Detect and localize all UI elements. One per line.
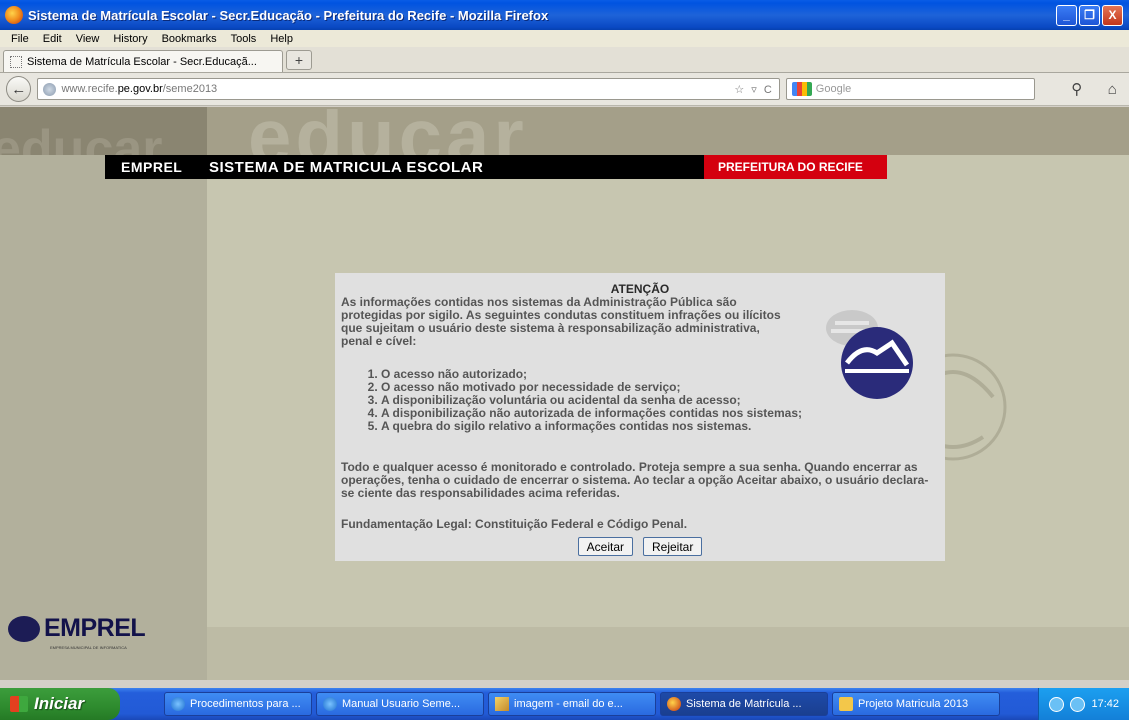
menu-file[interactable]: File [4, 33, 36, 45]
firefox-icon [667, 697, 681, 711]
watermark-left: educar [0, 125, 163, 155]
warning-dialog: ATENÇÃO As informações contidas nos sist… [335, 273, 945, 561]
page-content: educar educar EMPREL SISTEMA DE MATRICUL… [0, 107, 1129, 680]
dialog-buttons: Aceitar Rejeitar [335, 537, 945, 556]
menu-bar: File Edit View History Bookmarks Tools H… [0, 30, 1129, 47]
home-icon[interactable]: ⌂ [1102, 78, 1123, 100]
firefox-icon [5, 6, 23, 24]
new-tab-button[interactable]: + [286, 50, 312, 70]
task-label: Sistema de Matrícula ... [686, 698, 802, 710]
emprel-label: EMPREL [121, 159, 183, 175]
bottom-band [207, 627, 1129, 680]
menu-tools[interactable]: Tools [224, 33, 264, 45]
menu-edit[interactable]: Edit [36, 33, 69, 45]
globe-icon [43, 82, 57, 96]
volume-icon[interactable] [1070, 696, 1086, 712]
task-imagem[interactable]: imagem - email do e... [488, 692, 656, 716]
emprel-logo-subtitle: EMPRESA MUNICIPAL DE INFORMATICA [50, 645, 127, 650]
dialog-intro: As informações contidas nos sistemas da … [341, 295, 781, 348]
menu-bookmarks[interactable]: Bookmarks [155, 33, 224, 45]
task-procedimentos[interactable]: Procedimentos para ... [164, 692, 312, 716]
clock: 17:42 [1091, 698, 1119, 710]
left-column [0, 107, 207, 680]
emprel-logo-name: EMPREL [44, 614, 146, 642]
conduct-list: O acesso não autorizado; O acesso não mo… [365, 368, 925, 433]
system-tray: 17:42 [1038, 688, 1129, 720]
monitor-notice: Todo e qualquer acesso é monitorado e co… [341, 460, 929, 500]
window-icon [323, 697, 337, 711]
network-icon[interactable] [1049, 696, 1065, 712]
task-label: imagem - email do e... [514, 698, 623, 710]
emprel-mark-icon [8, 615, 40, 642]
back-button[interactable]: ← [6, 76, 32, 102]
search-icon[interactable]: ⚲ [1066, 78, 1087, 100]
image-icon [495, 697, 509, 711]
task-manual[interactable]: Manual Usuario Seme... [316, 692, 484, 716]
close-button[interactable]: X [1102, 4, 1123, 26]
folder-icon [839, 697, 853, 711]
start-label: Iniciar [34, 694, 85, 713]
menu-history[interactable]: History [106, 33, 154, 45]
url-host: pe.gov.br [117, 83, 163, 95]
start-button[interactable]: Iniciar [0, 688, 120, 720]
menu-help[interactable]: Help [263, 33, 300, 45]
educar-watermark: educar [248, 109, 528, 157]
search-bar[interactable]: Google [785, 78, 1036, 100]
tab-bar: Sistema de Matrícula Escolar - Secr.Educ… [0, 47, 1129, 73]
minimize-button[interactable]: _ [1056, 4, 1077, 26]
window-title: Sistema de Matrícula Escolar - Secr.Educ… [28, 7, 549, 23]
search-placeholder: Google [815, 83, 852, 95]
url-path: /seme2013 [162, 83, 218, 95]
emprel-footer-logo: EMPREL [8, 614, 146, 643]
url-prefix: www.recife. [61, 83, 118, 95]
google-icon[interactable] [791, 82, 812, 96]
list-item: A quebra do sigilo relativo a informaçõe… [381, 420, 925, 433]
task-label: Projeto Matricula 2013 [858, 698, 969, 710]
menu-view[interactable]: View [69, 33, 107, 45]
task-label: Manual Usuario Seme... [342, 698, 460, 710]
prefeitura-label: PREFEITURA DO RECIFE [704, 155, 887, 179]
accept-button[interactable]: Aceitar [577, 537, 633, 556]
task-sistema-matricula[interactable]: Sistema de Matrícula ... [660, 692, 828, 716]
navigation-bar: ← www.recife.pe.gov.br/seme2013 ☆ ▿ C Go… [0, 73, 1129, 106]
task-label: Procedimentos para ... [190, 698, 301, 710]
url-text: www.recife.pe.gov.br/seme2013 [61, 83, 217, 95]
task-projeto[interactable]: Projeto Matricula 2013 [832, 692, 1000, 716]
windows-flag-icon [10, 696, 28, 712]
url-bar[interactable]: www.recife.pe.gov.br/seme2013 ☆ ▿ C [37, 78, 780, 100]
legal-basis: Fundamentação Legal: Constituição Federa… [341, 517, 688, 531]
taskbar: Iniciar Procedimentos para ... Manual Us… [0, 688, 1129, 720]
url-controls[interactable]: ☆ ▿ C [734, 83, 773, 96]
window-icon [171, 697, 185, 711]
tab-sistema-matricula[interactable]: Sistema de Matrícula Escolar - Secr.Educ… [3, 50, 283, 72]
system-title: SISTEMA DE MATRICULA ESCOLAR [209, 158, 484, 176]
page-icon [10, 55, 22, 68]
site-header: EMPREL SISTEMA DE MATRICULA ESCOLAR PREF… [105, 155, 887, 179]
reject-button[interactable]: Rejeitar [643, 537, 703, 556]
tab-label: Sistema de Matrícula Escolar - Secr.Educ… [27, 55, 257, 68]
maximize-button[interactable]: ❐ [1079, 4, 1100, 26]
window-titlebar[interactable]: Sistema de Matrícula Escolar - Secr.Educ… [0, 0, 1129, 30]
